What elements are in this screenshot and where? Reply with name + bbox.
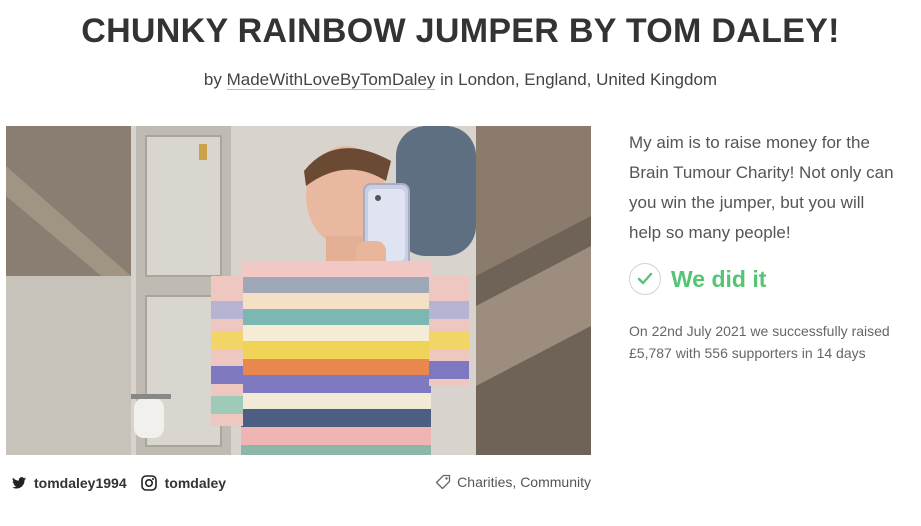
twitter-link[interactable]: tomdaley1994 [12, 475, 127, 491]
check-icon [629, 263, 661, 295]
instagram-link[interactable]: tomdaley [140, 475, 227, 491]
organiser-link[interactable]: MadeWithLoveByTomDaley [226, 70, 436, 90]
tags-link[interactable]: Charities, Community [457, 474, 591, 490]
social-links: tomdaley1994 tomdaley [12, 472, 240, 494]
status-label: We did it [671, 265, 767, 292]
campaign-story: My aim is to raise money for the Brain T… [629, 133, 894, 242]
photo-illustration [6, 126, 591, 455]
instagram-icon [140, 475, 157, 491]
twitter-icon [12, 477, 26, 489]
category-tags: Charities, Community [435, 474, 591, 490]
status-badge: We did it [629, 262, 766, 296]
campaign-summary: On 22nd July 2021 we successfully raised… [629, 323, 890, 361]
tag-icon [435, 474, 451, 490]
byline: by MadeWithLoveByTomDaley in London, Eng… [0, 70, 921, 90]
page-title: CHUNKY RAINBOW JUMPER BY TOM DALEY! [81, 12, 840, 50]
location-text: in London, England, United Kingdom [440, 70, 718, 89]
twitter-handle: tomdaley1994 [34, 475, 127, 491]
campaign-photo [6, 126, 591, 455]
jumper-stripes [241, 261, 431, 455]
instagram-handle: tomdaley [164, 475, 227, 491]
byline-prefix: by [203, 70, 222, 89]
